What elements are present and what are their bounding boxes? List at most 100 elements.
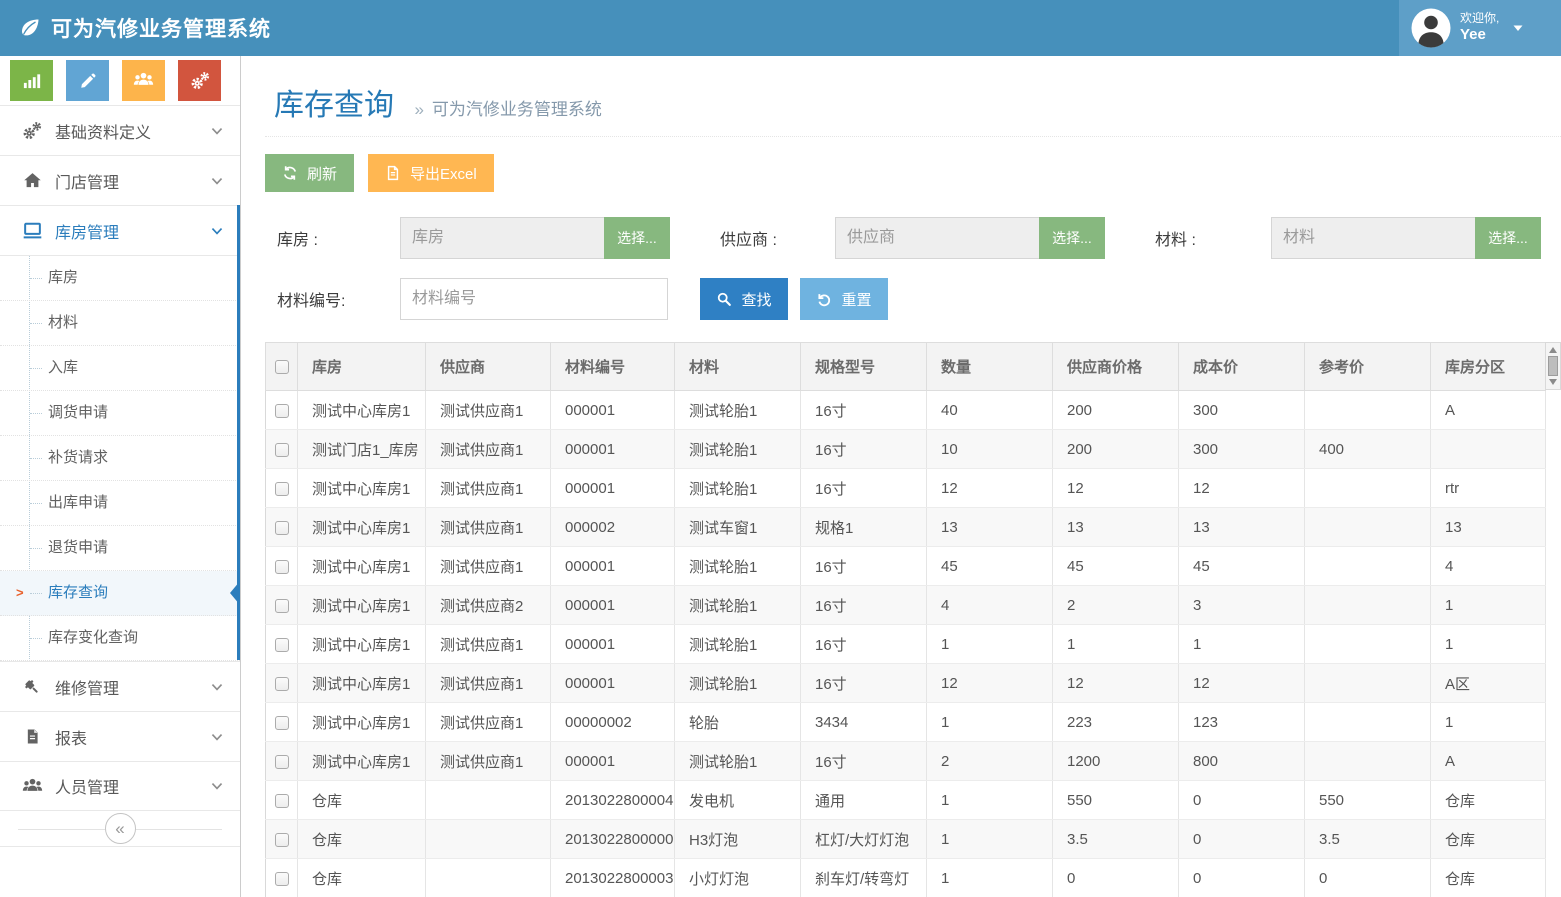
select-all-header: [266, 343, 298, 391]
table-row[interactable]: 测试门店1_库房测试供应商1000001测试轮胎116寸10200300400: [266, 430, 1546, 469]
scrollbar-thumb[interactable]: [1548, 356, 1558, 376]
scroll-down-arrow-icon[interactable]: [1549, 379, 1557, 385]
sidebar-item-label: 基础资料定义: [55, 119, 210, 143]
table-row[interactable]: 测试中心库房1测试供应商100000002轮胎343412231231: [266, 703, 1546, 742]
table-cell: 测试中心库房1: [298, 703, 426, 742]
table-scrollbar[interactable]: [1545, 342, 1561, 390]
shortcut-group-button[interactable]: [122, 60, 165, 101]
supplier-input[interactable]: [835, 217, 1039, 259]
shortcut-chart-bar-button[interactable]: [10, 60, 53, 101]
row-checkbox[interactable]: [275, 872, 289, 886]
sidebar-item-warehouse-management[interactable]: 库房管理: [0, 205, 240, 255]
table-cell: 0: [1179, 781, 1305, 820]
table-cell: 1: [1431, 625, 1546, 664]
reset-button[interactable]: 重置: [800, 278, 888, 320]
table-cell: 测试供应商1: [426, 625, 551, 664]
sidebar-item-store-management[interactable]: 门店管理: [0, 155, 240, 205]
table-cell: A区: [1431, 664, 1546, 703]
material-select-button[interactable]: 选择...: [1475, 217, 1541, 259]
table-cell: 16寸: [801, 547, 927, 586]
sidebar-item-base-data[interactable]: 基础资料定义: [0, 105, 240, 155]
row-checkbox[interactable]: [275, 794, 289, 808]
table-cell: 2: [1053, 586, 1179, 625]
sidebar-collapse-button[interactable]: «: [105, 813, 136, 844]
table-cell: [1305, 664, 1431, 703]
chevron-down-icon: [210, 124, 224, 138]
select-all-checkbox[interactable]: [275, 360, 289, 374]
material-input[interactable]: [1271, 217, 1475, 259]
table-row[interactable]: 测试中心库房1测试供应商1000001测试轮胎116寸21200800A: [266, 742, 1546, 781]
table-cell: 12: [927, 469, 1053, 508]
export-excel-button[interactable]: 导出Excel: [368, 154, 494, 192]
table-row[interactable]: 仓库2013022800003小灯灯泡刹车灯/转弯灯1000仓库: [266, 859, 1546, 897]
shortcut-pencil-button[interactable]: [66, 60, 109, 101]
row-checkbox[interactable]: [275, 521, 289, 535]
table-row[interactable]: 测试中心库房1测试供应商1000001测试轮胎116寸4545454: [266, 547, 1546, 586]
table-row[interactable]: 测试中心库房1测试供应商1000001测试轮胎116寸121212rtr: [266, 469, 1546, 508]
table-cell: 3434: [801, 703, 927, 742]
table-cell: 12: [1053, 469, 1179, 508]
table-cell: 16寸: [801, 391, 927, 430]
breadcrumb: »可为汽修业务管理系统: [414, 100, 601, 119]
row-checkbox[interactable]: [275, 755, 289, 769]
table-cell: 测试中心库房1: [298, 547, 426, 586]
row-checkbox[interactable]: [275, 638, 289, 652]
table-row[interactable]: 仓库2013022800004发电机通用15500550仓库: [266, 781, 1546, 820]
material-label: 材料 :: [1105, 226, 1271, 250]
row-checkbox[interactable]: [275, 482, 289, 496]
table-row[interactable]: 测试中心库房1测试供应商1000001测试轮胎116寸40200300A: [266, 391, 1546, 430]
refresh-icon: [282, 165, 298, 181]
row-checkbox[interactable]: [275, 443, 289, 457]
sidebar-subitem-material[interactable]: 材料: [0, 301, 240, 346]
table-cell: 550: [1305, 781, 1431, 820]
avatar: [1411, 8, 1451, 48]
row-checkbox[interactable]: [275, 677, 289, 691]
row-checkbox[interactable]: [275, 404, 289, 418]
sidebar-subitem-transfer-request[interactable]: 调货申请: [0, 391, 240, 436]
warehouse-select-button[interactable]: 选择...: [604, 217, 670, 259]
search-button[interactable]: 查找: [700, 278, 788, 320]
home-icon: [20, 171, 44, 190]
table-row[interactable]: 测试中心库房1测试供应商1000002测试车窗1规格113131313: [266, 508, 1546, 547]
sidebar-subitem-return-request[interactable]: 退货申请: [0, 526, 240, 571]
row-checkbox[interactable]: [275, 599, 289, 613]
people-icon: [20, 776, 44, 797]
gavel-icon: [20, 678, 44, 696]
refresh-button[interactable]: 刷新: [265, 154, 354, 192]
user-menu[interactable]: 欢迎你, Yee: [1399, 0, 1561, 56]
sidebar: 基础资料定义门店管理库房管理库房材料入库调货申请补货请求出库申请退货申请>库存查…: [0, 56, 241, 897]
row-checkbox[interactable]: [275, 833, 289, 847]
table-row[interactable]: 仓库2013022800000H3灯泡杠灯/大灯灯泡13.503.5仓库: [266, 820, 1546, 859]
column-header: 库房分区: [1431, 343, 1546, 391]
table-row[interactable]: 测试中心库房1测试供应商2000001测试轮胎116寸4231: [266, 586, 1546, 625]
row-select-cell: [266, 703, 298, 742]
table-row[interactable]: 测试中心库房1测试供应商1000001测试轮胎116寸121212A区: [266, 664, 1546, 703]
table-cell: 000001: [551, 586, 675, 625]
table-cell: H3灯泡: [675, 820, 801, 859]
sidebar-subitem-replenish-request[interactable]: 补货请求: [0, 436, 240, 481]
sidebar-subitem-inbound[interactable]: 入库: [0, 346, 240, 391]
sidebar-subitem-inventory-change-query[interactable]: 库存变化查询: [0, 616, 240, 661]
sidebar-item-repair-management[interactable]: 维修管理: [0, 661, 240, 711]
table-row[interactable]: 测试中心库房1测试供应商1000001测试轮胎116寸1111: [266, 625, 1546, 664]
table-cell: 16寸: [801, 664, 927, 703]
sidebar-item-reports[interactable]: 报表: [0, 711, 240, 761]
table-cell: 仓库: [1431, 820, 1546, 859]
table-cell: 测试供应商1: [426, 664, 551, 703]
sidebar-subitem-outbound-request[interactable]: 出库申请: [0, 481, 240, 526]
scroll-up-arrow-icon[interactable]: [1549, 347, 1557, 353]
shortcut-gears-button[interactable]: [178, 60, 221, 101]
table-cell: 550: [1053, 781, 1179, 820]
sidebar-item-staff-management[interactable]: 人员管理: [0, 761, 240, 811]
table-cell: 测试中心库房1: [298, 586, 426, 625]
table-cell: 测试中心库房1: [298, 508, 426, 547]
supplier-select-button[interactable]: 选择...: [1039, 217, 1105, 259]
table-cell: 测试轮胎1: [675, 547, 801, 586]
sidebar-subitem-warehouse[interactable]: 库房: [0, 256, 240, 301]
row-checkbox[interactable]: [275, 560, 289, 574]
row-checkbox[interactable]: [275, 716, 289, 730]
sidebar-subitem-inventory-query[interactable]: >库存查询: [0, 571, 240, 616]
warehouse-input[interactable]: [400, 217, 604, 259]
material-no-input[interactable]: [400, 278, 668, 320]
app-brand: 可为汽修业务管理系统: [18, 0, 271, 56]
